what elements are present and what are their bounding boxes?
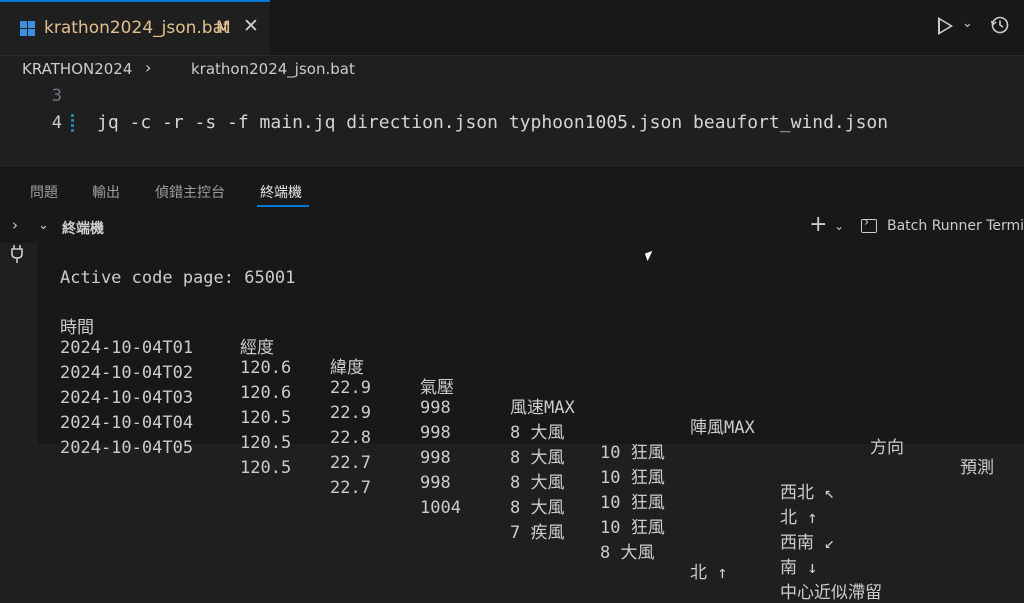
line-number: 3 [51, 86, 62, 106]
row-direction: 西北 ↖ [780, 483, 835, 503]
run-icon[interactable] [938, 17, 953, 35]
row-longitude: 120.6 [240, 383, 292, 403]
tab-problems[interactable]: 問題 [30, 182, 58, 202]
row-wind: 8 大風 [510, 498, 565, 518]
active-tab-indicator [257, 205, 309, 207]
row-latitude: 22.9 [330, 403, 371, 423]
row-latitude: 22.7 [330, 478, 371, 498]
history-icon[interactable] [990, 15, 1010, 35]
panel-tab-bar [0, 166, 1024, 211]
code-line[interactable]: jq -c -r -s -f main.jq direction.json ty… [97, 112, 888, 133]
header-gust-max: 陣風MAX [690, 418, 755, 438]
terminal-profile[interactable]: Batch Runner Termina [887, 218, 1024, 234]
row-pressure: 998 [420, 473, 451, 493]
row-longitude: 120.5 [240, 408, 292, 428]
row-longitude: 120.6 [240, 358, 292, 378]
header-wind-max: 風速MAX [510, 398, 575, 418]
row-direction: 中心近似滯留 [780, 583, 882, 603]
row-extra: 北 ↑ [690, 563, 728, 583]
row-gust: 10 狂風 [600, 493, 665, 513]
close-icon[interactable]: ✕ [243, 15, 259, 37]
tab-debug-console[interactable]: 偵錯主控台 [155, 182, 225, 202]
row-pressure: 998 [420, 448, 451, 468]
row-gust: 10 狂風 [600, 518, 665, 538]
chevron-right-icon[interactable]: › [12, 216, 18, 234]
header-direction: 方向 [870, 438, 904, 458]
row-gust: 8 大風 [600, 543, 655, 563]
breadcrumb-file[interactable]: krathon2024_json.bat [191, 60, 355, 78]
code-page-line: Active code page: 65001 [60, 268, 296, 288]
line-number: 4 [51, 113, 62, 133]
chevron-down-icon[interactable]: ⌄ [962, 16, 973, 31]
row-latitude: 22.8 [330, 428, 371, 448]
tab-terminal[interactable]: 終端機 [260, 182, 302, 202]
row-latitude: 22.7 [330, 453, 371, 473]
row-wind: 7 疾風 [510, 523, 565, 543]
row-pressure: 1004 [420, 498, 461, 518]
row-time: 2024-10-04T05 [60, 438, 194, 458]
row-pressure: 998 [420, 423, 451, 443]
modified-indicator: M [216, 18, 231, 38]
plug-icon[interactable] [9, 244, 25, 264]
header-pressure: 氣壓 [420, 378, 454, 398]
windows-icon [20, 21, 35, 36]
plus-icon[interactable]: + [809, 212, 827, 237]
tab-filename: krathon2024_json.bat [44, 18, 230, 38]
chevron-down-icon[interactable]: ⌄ [834, 219, 844, 233]
terminal-title: 終端機 [62, 221, 104, 237]
row-longitude: 120.5 [240, 458, 292, 478]
row-gust: 10 狂風 [600, 468, 665, 488]
editor-tab[interactable]: krathon2024_json.bat M ✕ [0, 0, 270, 55]
editor-tab-bar: krathon2024_json.bat M ✕ ⌄ [0, 0, 1024, 56]
header-latitude: 緯度 [330, 358, 364, 378]
terminal-row: 2024-10-04T05 120.5 22.7 1004 7 疾風 8 大風 … [60, 418, 882, 603]
row-direction: 西南 ↙ [780, 533, 835, 553]
tab-output[interactable]: 輸出 [92, 182, 120, 202]
chevron-down-icon[interactable]: ⌄ [38, 218, 49, 233]
row-wind: 8 大風 [510, 423, 565, 443]
row-wind: 8 大風 [510, 473, 565, 493]
header-longitude: 經度 [240, 338, 274, 358]
row-pressure: 998 [420, 398, 451, 418]
modified-line-marker [71, 114, 74, 134]
row-gust: 10 狂風 [600, 443, 665, 463]
row-latitude: 22.9 [330, 378, 371, 398]
row-wind: 8 大風 [510, 448, 565, 468]
row-longitude: 120.5 [240, 433, 292, 453]
header-forecast: 預測 [960, 458, 994, 478]
terminal-icon [861, 215, 877, 233]
row-direction: 北 ↑ [780, 508, 818, 528]
row-direction: 南 ↓ [780, 558, 818, 578]
